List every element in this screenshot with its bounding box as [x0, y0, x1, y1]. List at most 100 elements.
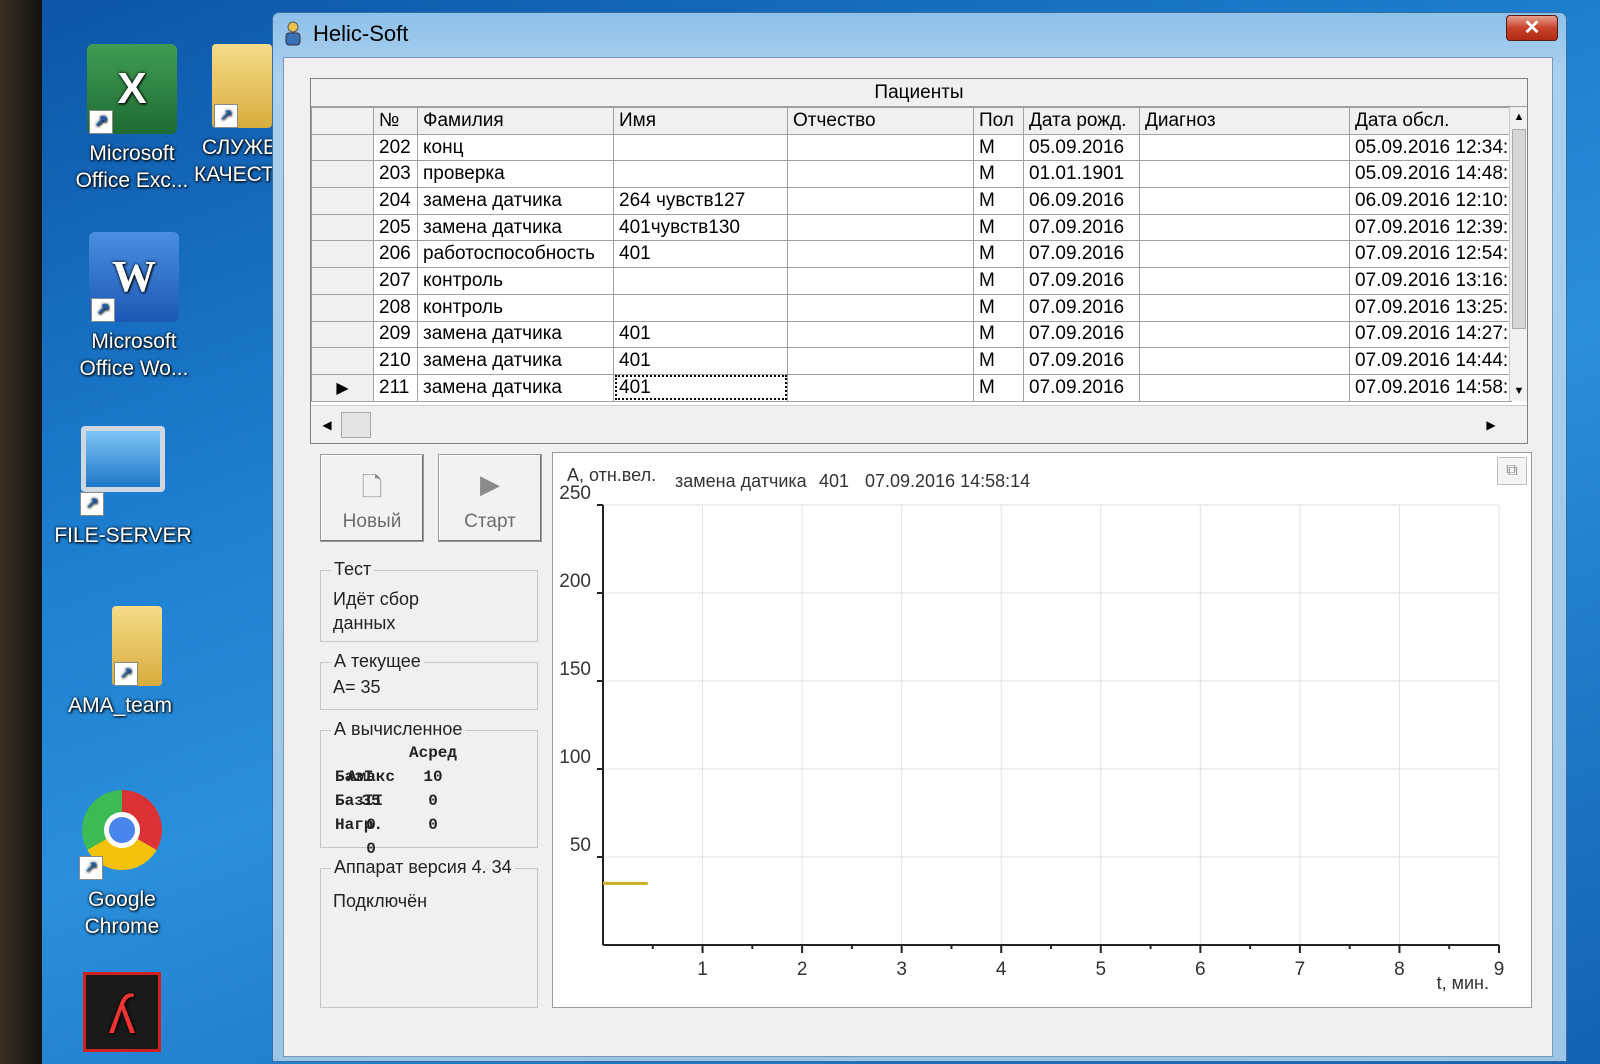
- patients-grid[interactable]: Пациенты № Фамилия Имя Отчество Пол Дата…: [310, 78, 1528, 444]
- table-cell[interactable]: 07.09.2016 13:25:-: [1349, 293, 1512, 322]
- desktop-icon-ama-team[interactable]: ↗ AMA_team: [50, 606, 190, 719]
- table-cell[interactable]: [1139, 267, 1350, 295]
- table-cell[interactable]: 401: [613, 240, 788, 269]
- table-row[interactable]: 203 проверка М 01.01.1901 05.09.2016 14:48:: [311, 160, 1512, 189]
- table-row[interactable]: ▶ 211 замена датчика 401 М 07.09.2016 07.09.20…: [311, 373, 1512, 402]
- desktop-icon-quality-service[interactable]: ↗ СЛУЖБ КАЧЕСТ: [182, 44, 282, 188]
- table-cell[interactable]: 208: [373, 293, 418, 322]
- table-cell[interactable]: [787, 373, 974, 402]
- table-row[interactable]: 209 замена датчика 401 М 07.09.2016 07.09.201…: [311, 320, 1512, 349]
- row-indicator[interactable]: [311, 347, 374, 375]
- table-row[interactable]: 206 работоспособность 401 М 07.09.2016 07.09.…: [311, 240, 1512, 269]
- vertical-scrollbar[interactable]: ▲ ▼: [1509, 107, 1527, 401]
- table-cell[interactable]: контроль: [417, 267, 614, 295]
- table-cell[interactable]: замена датчика: [417, 187, 614, 215]
- table-cell[interactable]: 07.09.2016 12:54:-: [1349, 240, 1512, 269]
- table-cell[interactable]: [1139, 240, 1350, 269]
- table-cell[interactable]: М: [973, 160, 1024, 189]
- table-cell[interactable]: [613, 133, 788, 162]
- table-cell[interactable]: 07.09.2016: [1023, 373, 1140, 402]
- table-cell[interactable]: [787, 267, 974, 295]
- table-cell[interactable]: 07.09.2016: [1023, 240, 1140, 269]
- row-indicator[interactable]: [311, 240, 374, 269]
- desktop-icon-pdf-reader[interactable]: ʎ: [82, 972, 162, 1058]
- table-cell[interactable]: [613, 160, 788, 189]
- desktop-icon-word[interactable]: W ↗ Microsoft Office Wo...: [64, 232, 204, 382]
- table-cell[interactable]: [1139, 347, 1350, 375]
- scroll-right-arrow-icon[interactable]: ▶: [1481, 414, 1501, 436]
- scroll-left-arrow-icon[interactable]: ◀: [317, 414, 337, 436]
- table-cell[interactable]: 202: [373, 133, 418, 162]
- table-cell[interactable]: М: [973, 347, 1024, 375]
- patients-table[interactable]: № Фамилия Имя Отчество Пол Дата рожд. Ди…: [311, 107, 1512, 402]
- scroll-up-arrow-icon[interactable]: ▲: [1510, 107, 1527, 127]
- row-indicator[interactable]: [311, 320, 374, 349]
- table-cell[interactable]: [613, 293, 788, 322]
- horizontal-scrollbar[interactable]: ◀ ▶: [311, 405, 1527, 443]
- desktop-icon-file-server[interactable]: ↗ FILE-SERVER: [48, 426, 198, 549]
- column-header[interactable]: Пол: [973, 107, 1024, 135]
- table-cell[interactable]: 204: [373, 187, 418, 215]
- table-cell[interactable]: 401: [613, 320, 788, 349]
- table-cell[interactable]: замена датчика: [417, 347, 614, 375]
- table-cell[interactable]: М: [973, 293, 1024, 322]
- row-indicator[interactable]: [311, 213, 374, 242]
- row-indicator[interactable]: [311, 187, 374, 215]
- column-header[interactable]: Имя: [613, 107, 788, 135]
- row-indicator[interactable]: [311, 133, 374, 162]
- table-cell[interactable]: 05.09.2016: [1023, 133, 1140, 162]
- column-header[interactable]: Дата обсл.: [1349, 107, 1512, 135]
- table-cell[interactable]: проверка: [417, 160, 614, 189]
- row-indicator[interactable]: [311, 160, 374, 189]
- table-row[interactable]: 202 конц М 05.09.2016 05.09.2016 12:34:(: [311, 133, 1512, 162]
- desktop-icon-chrome[interactable]: ↗ Google Chrome: [52, 790, 192, 940]
- table-cell[interactable]: 07.09.2016: [1023, 213, 1140, 242]
- table-cell[interactable]: 06.09.2016: [1023, 187, 1140, 215]
- table-cell[interactable]: 07.09.2016 13:16:: [1349, 267, 1512, 295]
- table-cell[interactable]: [1139, 293, 1350, 322]
- table-cell[interactable]: 05.09.2016 12:34:(: [1349, 133, 1512, 162]
- table-row[interactable]: 210 замена датчика 401 М 07.09.2016 07.09.201…: [311, 347, 1512, 375]
- table-cell[interactable]: 07.09.2016: [1023, 347, 1140, 375]
- copy-icon[interactable]: ⧉: [1497, 457, 1527, 485]
- start-button[interactable]: ▶ Старт: [438, 454, 542, 542]
- table-cell[interactable]: [787, 213, 974, 242]
- table-cell[interactable]: работоспособность: [417, 240, 614, 269]
- column-header[interactable]: №: [373, 107, 418, 135]
- table-cell[interactable]: 211: [373, 373, 418, 402]
- close-button[interactable]: ✕: [1506, 15, 1558, 41]
- table-cell[interactable]: М: [973, 213, 1024, 242]
- table-cell[interactable]: [1139, 187, 1350, 215]
- column-header[interactable]: Дата рожд.: [1023, 107, 1140, 135]
- table-cell[interactable]: М: [973, 373, 1024, 402]
- table-cell[interactable]: 07.09.2016 12:39:.: [1349, 213, 1512, 242]
- table-cell[interactable]: 07.09.2016: [1023, 320, 1140, 349]
- table-cell[interactable]: замена датчика: [417, 373, 614, 402]
- column-header[interactable]: Фамилия: [417, 107, 614, 135]
- table-cell[interactable]: 203: [373, 160, 418, 189]
- table-cell[interactable]: контроль: [417, 293, 614, 322]
- title-bar[interactable]: Helic-Soft ✕: [273, 13, 1566, 55]
- table-cell[interactable]: [787, 187, 974, 215]
- table-cell[interactable]: М: [973, 133, 1024, 162]
- table-cell[interactable]: 07.09.2016: [1023, 267, 1140, 295]
- table-cell[interactable]: 01.01.1901: [1023, 160, 1140, 189]
- row-indicator[interactable]: ▶: [311, 373, 374, 402]
- table-cell[interactable]: [613, 267, 788, 295]
- table-cell[interactable]: [787, 240, 974, 269]
- table-cell[interactable]: [1139, 373, 1350, 402]
- column-header[interactable]: Отчество: [787, 107, 974, 135]
- table-cell[interactable]: [1139, 133, 1350, 162]
- table-cell[interactable]: 205: [373, 213, 418, 242]
- table-cell[interactable]: [1139, 320, 1350, 349]
- table-cell[interactable]: [787, 133, 974, 162]
- scroll-down-arrow-icon[interactable]: ▼: [1510, 381, 1527, 401]
- table-cell[interactable]: М: [973, 267, 1024, 295]
- scroll-thumb[interactable]: [1512, 129, 1526, 329]
- table-cell[interactable]: 264 чувств127: [613, 187, 788, 215]
- table-cell[interactable]: [1139, 213, 1350, 242]
- table-cell[interactable]: 401: [613, 373, 788, 402]
- table-cell[interactable]: 210: [373, 347, 418, 375]
- table-cell[interactable]: 401: [613, 347, 788, 375]
- table-cell[interactable]: М: [973, 320, 1024, 349]
